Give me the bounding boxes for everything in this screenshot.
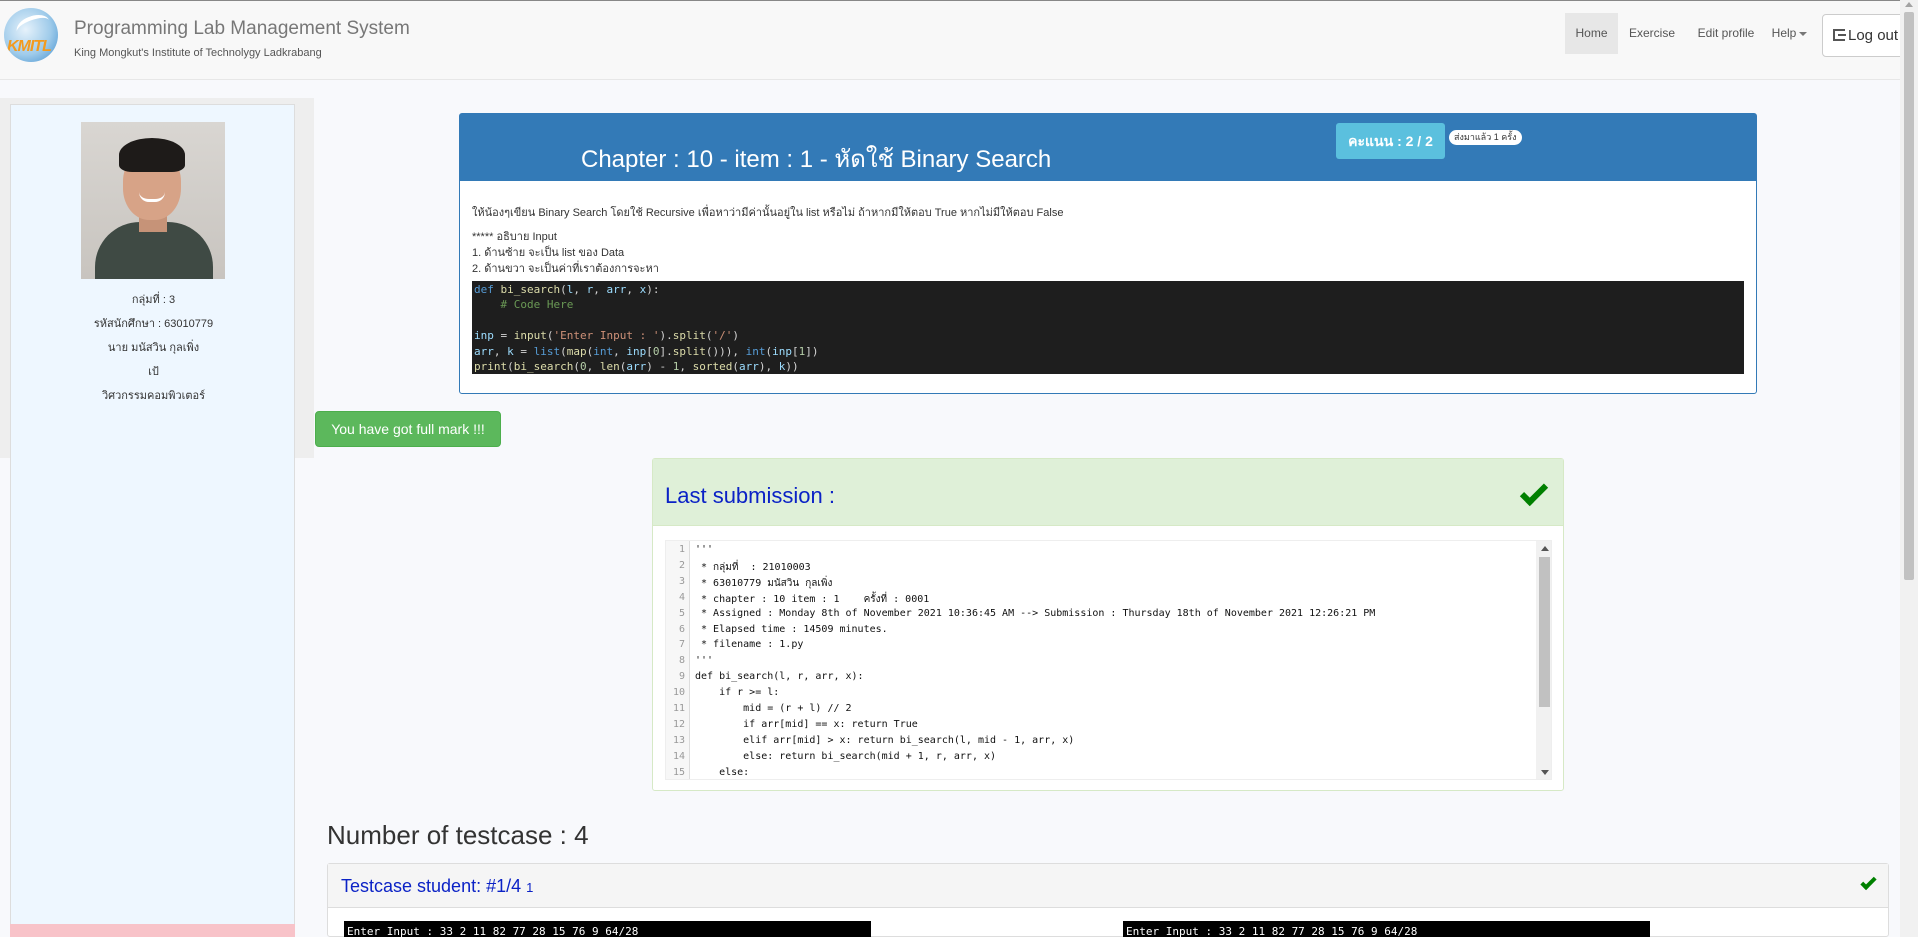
profile-name: นาย มนัสวิน กุลเพิ่ง [107,342,200,354]
input-line-2: 2. ด้านขวา จะเป็นค่าที่เราต้องการจะหา [472,263,659,275]
line-number: 8 [678,655,685,667]
line-number: 7 [678,639,685,651]
source-line: elif arr[mid] > x: return bi_search(l, m… [695,734,1075,746]
line-number: 1 [678,544,685,555]
line-number: 13 [672,734,685,746]
line-number: 6 [678,623,685,635]
source-line: ''' [695,655,714,667]
scroll-up-icon[interactable] [1541,546,1549,551]
line-number: 9 [678,671,685,683]
testcase-count: Number of testcase : 4 [327,820,589,850]
score-badge: คะแนน : 2 / 2 [1336,123,1445,159]
page-scrollbar[interactable] [1900,0,1918,937]
line-number: 10 [672,687,685,699]
source-line: def bi_search(l, r, arr, x): [695,671,864,683]
profile-nickname: เป้ [148,366,159,378]
line-number: 5 [678,607,685,619]
source-line: ''' [695,544,714,555]
code-line: inp = input('Enter Input : ').split('/') [474,329,739,343]
caret-down-icon [1799,31,1808,36]
source-line: * Assigned : Monday 8th of November 2021… [695,607,1376,619]
source-line: else: return bi_search(mid + 1, r, arr, … [695,750,997,762]
source-line: * กลุ่มที่ : 21010003 [695,561,811,573]
source-line: mid = (r + l) // 2 [695,703,852,714]
code-line: # Code Here [474,298,574,312]
submission-title: Last submission : [665,483,835,508]
logo-text: KMITL [7,38,52,55]
source-line: * 63010779 มนัสวิน กุลเพิ่ง [695,577,833,589]
check-icon [1519,477,1549,507]
nav-home[interactable]: Home [1565,13,1618,54]
last-submission-panel: Last submission : 1 2 3 4 5 6 7 8 9 10 11 12 13 14 15 … [652,458,1564,791]
chapter-description: ให้น้องๆเขียน Binary Search โดยใช้ Recur… [472,207,1064,219]
source-line: if r >= l: [695,687,780,699]
app-subtitle: King Mongkut's Institute of Technolygy L… [74,47,322,59]
logout-label: Log out [1848,27,1899,44]
line-number: 4 [678,591,685,603]
code-line: def bi_search(l, r, arr, x): [474,283,660,296]
profile-group: กลุ่มที่ : 3 [131,294,176,306]
app-title[interactable]: Programming Lab Management System [74,18,410,40]
testcase-panel: Testcase student: #1/4 1 Enter Input : 3… [327,863,1889,937]
source-line: else: [695,766,750,778]
scroll-thumb[interactable] [1904,12,1914,580]
submission-header: Last submission : [653,459,1563,526]
line-number: 14 [672,750,685,762]
kmitl-logo-icon[interactable]: KMITL [4,8,58,62]
logo-swoosh [13,10,53,42]
code-line: arr, k = list(map(int, inp[0].split())),… [474,344,819,358]
line-number: 3 [678,575,685,587]
navbar: KMITL Programming Lab Management System … [0,0,1912,80]
source-line: * Elapsed time : 14509 minutes. [695,623,888,635]
sidebar-footer-strip [10,924,295,937]
chapter-title: Chapter : 10 - item : 1 - หัดใช้ Binary … [581,146,1052,173]
scroll-down-icon[interactable] [1541,770,1549,775]
testcase-input-actual: Enter Input : 33 2 11 82 77 28 15 76 9 6… [1123,921,1650,937]
scroll-up-icon[interactable] [1905,2,1913,7]
testcase-input-expected: Enter Input : 33 2 11 82 77 28 15 76 9 6… [344,921,871,937]
testcase-title: Testcase student: #1/4 1 [341,876,533,897]
avatar [81,122,225,279]
nav-edit-profile[interactable]: Edit profile [1690,13,1762,54]
code-line: print(bi_search(0, len(arr) - 1, sorted(… [474,360,799,374]
starter-code-block: def bi_search(l, r, arr, x): # Code Here… [472,281,1744,374]
line-number: 11 [672,703,685,714]
profile-department: วิศวกรรมคอมพิวเตอร์ [101,390,206,402]
testcase-header[interactable]: Testcase student: #1/4 1 [328,864,1888,908]
submission-code-editor[interactable]: 1 2 3 4 5 6 7 8 9 10 11 12 13 14 15 ''' * กลุ่มที่ : 2… [665,540,1552,780]
profile-sidebar: กลุ่มที่ : 3 รหัสนักศึกษา : 63010779 นาย… [10,104,295,937]
line-number: 12 [672,718,685,730]
logout-button[interactable]: Log out [1822,14,1912,57]
full-mark-alert[interactable]: You have got full mark !!! [315,411,501,447]
submission-count-badge: ส่งมาแล้ว 1 ครั้ง [1449,130,1522,145]
line-number-gutter: 1 2 3 4 5 6 7 8 9 10 11 12 13 14 15 [666,541,690,779]
line-number: 2 [678,559,685,571]
editor-scrollbar[interactable] [1536,541,1551,779]
source-line: if arr[mid] == x: return True [695,718,918,730]
testcase-title-text: Testcase student: #1/4 [341,876,522,896]
nav-help-label: Help [1771,26,1797,40]
logout-icon [1833,29,1846,41]
nav-exercise[interactable]: Exercise [1625,13,1679,54]
source-line: * filename : 1.py [695,639,804,651]
editor-scroll-thumb[interactable] [1539,557,1550,707]
line-number: 15 [672,766,685,778]
chapter-panel: Chapter : 10 - item : 1 - หัดใช้ Binary … [459,113,1757,394]
chapter-header: Chapter : 10 - item : 1 - หัดใช้ Binary … [460,114,1756,181]
profile-student-id: รหัสนักศึกษา : 63010779 [93,318,214,330]
source-line: * chapter : 10 item : 1 ครั้งที่ : 0001 [695,593,930,605]
check-icon [1860,873,1877,891]
testcase-small-number: 1 [526,880,534,895]
nav-help[interactable]: Help [1768,13,1811,54]
